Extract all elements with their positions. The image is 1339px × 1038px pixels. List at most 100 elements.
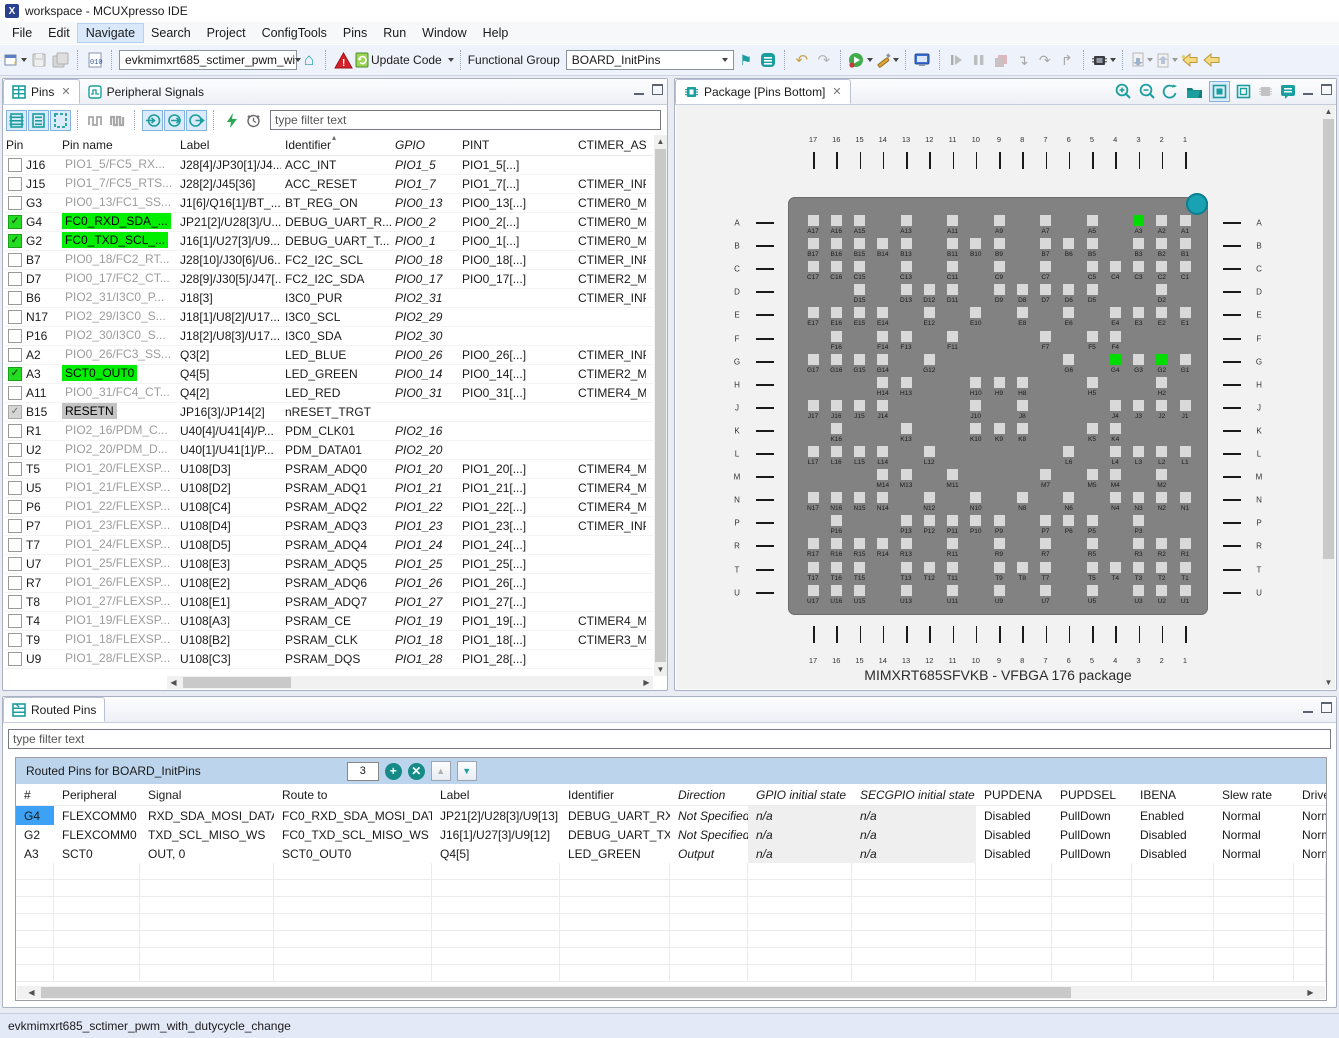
overview-list-button[interactable] bbox=[758, 49, 778, 71]
pin-row-T9[interactable]: T9PIO1_18/FLEXSP...U108[B2]PSRAM_CLKPIO1… bbox=[4, 631, 653, 650]
package-pin-M14[interactable] bbox=[877, 469, 888, 480]
package-pin-G4[interactable] bbox=[1110, 354, 1121, 365]
pin-checkbox-P6[interactable] bbox=[8, 500, 22, 514]
package-pin-G15[interactable] bbox=[854, 354, 865, 365]
console-icon[interactable] bbox=[913, 49, 933, 71]
back-icon[interactable] bbox=[1202, 49, 1222, 71]
pin-checkbox-U2[interactable] bbox=[8, 443, 22, 457]
package-pin-L6[interactable] bbox=[1063, 446, 1074, 457]
pin-checkbox-T9[interactable] bbox=[8, 633, 22, 647]
package-pin-B1[interactable] bbox=[1180, 238, 1191, 249]
pin-row-B6[interactable]: B6PIO2_31/I3C0_P...J18[3]I3C0_PURPIO2_31… bbox=[4, 289, 653, 308]
package-pin-U15[interactable] bbox=[854, 585, 865, 596]
package-pin-L4[interactable] bbox=[1110, 446, 1121, 457]
routed-column-header-peripheral[interactable]: Peripheral bbox=[54, 784, 140, 805]
pin-row-P7[interactable]: P7PIO1_23/FLEXSP...U108[D4]PSRAM_ADQ3PIO… bbox=[4, 517, 653, 536]
minimize-icon[interactable] bbox=[1303, 85, 1313, 95]
package-pin-R17[interactable] bbox=[808, 538, 819, 549]
pin-row-T5[interactable]: T5PIO1_20/FLEXSP...U108[D3]PSRAM_ADQ0PIO… bbox=[4, 460, 653, 479]
package-pin-B17[interactable] bbox=[808, 238, 819, 249]
routed-column-header--[interactable]: # bbox=[16, 784, 54, 805]
package-pin-R15[interactable] bbox=[854, 538, 865, 549]
pin-checkbox-A2[interactable] bbox=[8, 348, 22, 362]
package-pin-T9[interactable] bbox=[994, 562, 1005, 573]
package-pin-D6[interactable] bbox=[1063, 284, 1074, 295]
menu-pins[interactable]: Pins bbox=[335, 24, 375, 42]
package-pin-J16[interactable] bbox=[831, 400, 842, 411]
redo-icon[interactable]: ↷ bbox=[814, 49, 834, 71]
new-wizard-button[interactable] bbox=[3, 49, 27, 71]
package-pin-E4[interactable] bbox=[1110, 307, 1121, 318]
tab-package[interactable]: Package [Pins Bottom] ✕ bbox=[675, 79, 851, 104]
package-pin-A9[interactable] bbox=[994, 215, 1005, 226]
new-wizard-dropdown-icon[interactable] bbox=[21, 58, 27, 62]
package-pin-B10[interactable] bbox=[970, 238, 981, 249]
package-pin-J10[interactable] bbox=[970, 400, 981, 411]
package-pin-T3[interactable] bbox=[1133, 562, 1144, 573]
package-pin-G1[interactable] bbox=[1180, 354, 1191, 365]
package-pin-U2[interactable] bbox=[1156, 585, 1167, 596]
package-pin-F14[interactable] bbox=[877, 331, 888, 342]
pin-row-N17[interactable]: N17PIO2_29/I3C0_S...J18[1]/U8[2]/U17...I… bbox=[4, 308, 653, 327]
package-pin-J2[interactable] bbox=[1156, 400, 1167, 411]
column-header-pin[interactable]: Pin bbox=[4, 135, 58, 155]
pin-checkbox-P16[interactable] bbox=[8, 329, 22, 343]
package-pin-L1[interactable] bbox=[1180, 446, 1191, 457]
package-vertical-scrollbar[interactable]: ▲ ▼ bbox=[1322, 105, 1335, 689]
package-pin-N10[interactable] bbox=[970, 492, 981, 503]
pin-checkbox-G3[interactable] bbox=[8, 196, 22, 210]
package-pin-D5[interactable] bbox=[1087, 284, 1098, 295]
package-pin-E17[interactable] bbox=[808, 307, 819, 318]
pin-row-T7[interactable]: T7PIO1_24/FLEXSP...U108[D5]PSRAM_ADQ4PIO… bbox=[4, 536, 653, 555]
move-down-button[interactable]: ▼ bbox=[457, 761, 477, 781]
column-header-identifier[interactable]: Identifier▴ bbox=[281, 135, 391, 155]
package-pin-A2[interactable] bbox=[1156, 215, 1167, 226]
package-canvas[interactable]: 1717161615151414131312121111101099887766… bbox=[676, 105, 1322, 689]
routed-column-header-label[interactable]: Label bbox=[432, 784, 560, 805]
package-pin-T17[interactable] bbox=[808, 562, 819, 573]
package-pin-N15[interactable] bbox=[854, 492, 865, 503]
menu-search[interactable]: Search bbox=[143, 24, 199, 42]
minimize-icon[interactable] bbox=[634, 85, 644, 95]
package-pin-U3[interactable] bbox=[1133, 585, 1144, 596]
package-pin-A7[interactable] bbox=[1040, 215, 1051, 226]
package-pin-R1[interactable] bbox=[1180, 538, 1191, 549]
package-pin-C4[interactable] bbox=[1110, 261, 1121, 272]
package-pin-C2[interactable] bbox=[1156, 261, 1167, 272]
package-pin-N2[interactable] bbox=[1156, 492, 1167, 503]
flash-dropdown-icon[interactable] bbox=[1110, 58, 1116, 62]
package-pin-B2[interactable] bbox=[1156, 238, 1167, 249]
package-pin-R7[interactable] bbox=[1040, 538, 1051, 549]
warning-icon[interactable]: ! bbox=[333, 49, 353, 71]
package-pin-G12[interactable] bbox=[924, 354, 935, 365]
pin-row-U5[interactable]: U5PIO1_21/FLEXSP...U108[D2]PSRAM_ADQ1PIO… bbox=[4, 479, 653, 498]
package-pin-P3[interactable] bbox=[1133, 515, 1144, 526]
import-button[interactable] bbox=[1130, 49, 1153, 71]
package-pin-C15[interactable] bbox=[854, 261, 865, 272]
scroll-right-icon[interactable]: ▶ bbox=[640, 676, 653, 689]
package-top-view-icon[interactable] bbox=[1210, 82, 1229, 101]
run-dropdown-icon[interactable] bbox=[867, 58, 873, 62]
package-pin-H8[interactable] bbox=[1017, 377, 1028, 388]
package-pin-C3[interactable] bbox=[1133, 261, 1144, 272]
functional-group-combo[interactable]: BOARD_InitPins bbox=[566, 50, 734, 70]
package-pin-U11[interactable] bbox=[947, 585, 958, 596]
package-pin-L14[interactable] bbox=[877, 446, 888, 457]
menu-window[interactable]: Window bbox=[414, 24, 474, 42]
package-pin-M11[interactable] bbox=[947, 469, 958, 480]
flag-icon[interactable]: ⚑ bbox=[736, 49, 756, 71]
routed-column-header-drive-strength[interactable]: Drive strength bbox=[1294, 784, 1326, 805]
package-pin-F7[interactable] bbox=[1040, 331, 1051, 342]
package-pin-N12[interactable] bbox=[924, 492, 935, 503]
package-pin-J3[interactable] bbox=[1133, 400, 1144, 411]
routed-horizontal-scrollbar[interactable]: ◀ ▶ bbox=[17, 986, 1325, 999]
routed-column-header-gpio-initial-state[interactable]: GPIO initial state bbox=[748, 784, 852, 805]
package-pin-T2[interactable] bbox=[1156, 562, 1167, 573]
scroll-up-icon[interactable]: ▲ bbox=[654, 135, 667, 148]
package-pin-D12[interactable] bbox=[924, 284, 935, 295]
routed-column-header-slew-rate[interactable]: Slew rate bbox=[1214, 784, 1294, 805]
pin-checkbox-P7[interactable] bbox=[8, 519, 22, 533]
package-pin-M7[interactable] bbox=[1040, 469, 1051, 480]
routed-column-header-direction[interactable]: Direction bbox=[670, 784, 748, 805]
pin-row-T4[interactable]: T4PIO1_19/FLEXSP...U108[A3]PSRAM_CEPIO1_… bbox=[4, 612, 653, 631]
